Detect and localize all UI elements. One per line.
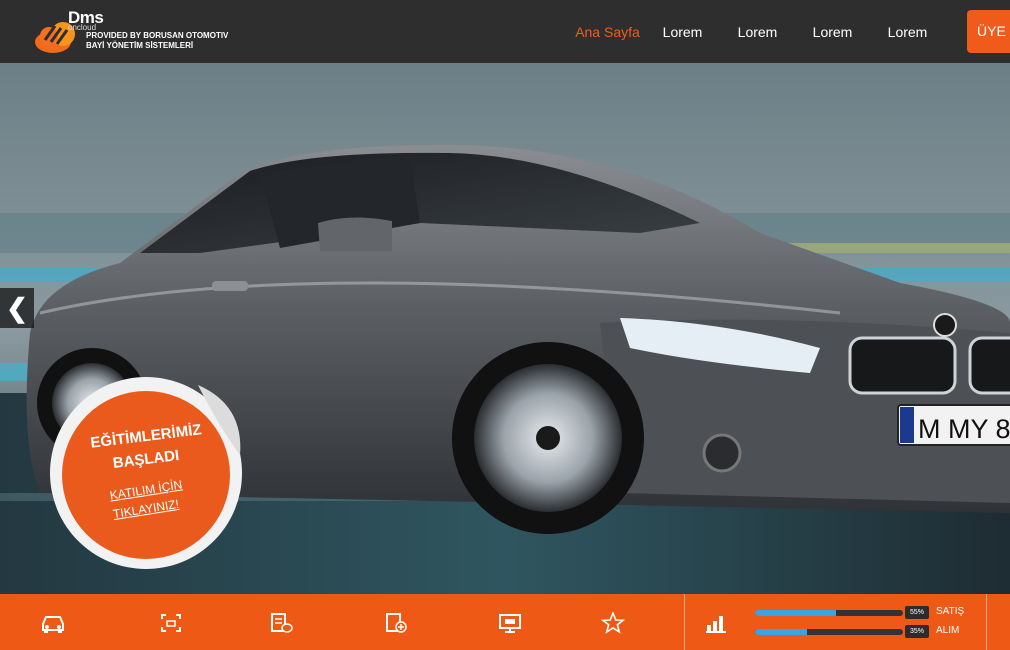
- logo-provided-by: PROVIDED BY BORUSAN OTOMOTIV: [86, 31, 229, 40]
- purchase-label: ALIM: [936, 625, 960, 636]
- top-header: Dms oncloud PROVIDED BY BORUSAN OTOMOTIV…: [0, 0, 1010, 63]
- toolbar-divider-right: [986, 594, 987, 650]
- slider-prev-button[interactable]: ❮: [0, 288, 34, 328]
- purchase-progress-fill: [755, 629, 807, 635]
- purchase-progress-bar: [755, 629, 903, 635]
- document-chat-icon[interactable]: [268, 612, 294, 634]
- nav-item-home[interactable]: Ana Sayfa: [570, 24, 645, 40]
- register-button[interactable]: ÜYE G: [967, 10, 1010, 53]
- scan-icon[interactable]: [158, 612, 184, 634]
- logo-tagline: BAYİ YÖNETİM SİSTEMLERİ: [86, 41, 194, 50]
- nav-item-lorem-1[interactable]: Lorem: [645, 24, 720, 40]
- license-plate-text: M MY 845: [918, 414, 1010, 444]
- star-icon[interactable]: [600, 612, 626, 634]
- nav-item-lorem-2[interactable]: Lorem: [720, 24, 795, 40]
- monitor-icon[interactable]: [497, 612, 523, 634]
- nav-item-lorem-4[interactable]: Lorem: [870, 24, 945, 40]
- dms-logo[interactable]: Dms oncloud PROVIDED BY BORUSAN OTOMOTIV…: [30, 6, 250, 56]
- sales-percent-badge: 55%: [905, 606, 929, 619]
- bottom-toolbar: 55% SATIŞ 35% ALIM: [0, 594, 1010, 650]
- nav-item-lorem-3[interactable]: Lorem: [795, 24, 870, 40]
- bar-chart-icon[interactable]: [705, 613, 727, 633]
- hero-slider: M MY 845 ❮ EĞİTİMLERİMİZ BAŞLADI KATILIM…: [0, 63, 1010, 594]
- toolbar-divider: [684, 594, 685, 650]
- purchase-percent-badge: 35%: [905, 625, 929, 638]
- document-add-icon[interactable]: [383, 612, 409, 634]
- sales-progress-fill: [755, 610, 837, 616]
- training-promo-sticker[interactable]: EĞİTİMLERİMİZ BAŞLADI KATILIM İÇİN TIKLA…: [48, 375, 244, 571]
- sales-progress-bar: [755, 610, 903, 616]
- car-icon[interactable]: [40, 612, 66, 634]
- sales-label: SATIŞ: [936, 606, 965, 617]
- main-nav: Ana Sayfa Lorem Lorem Lorem Lorem: [570, 0, 945, 63]
